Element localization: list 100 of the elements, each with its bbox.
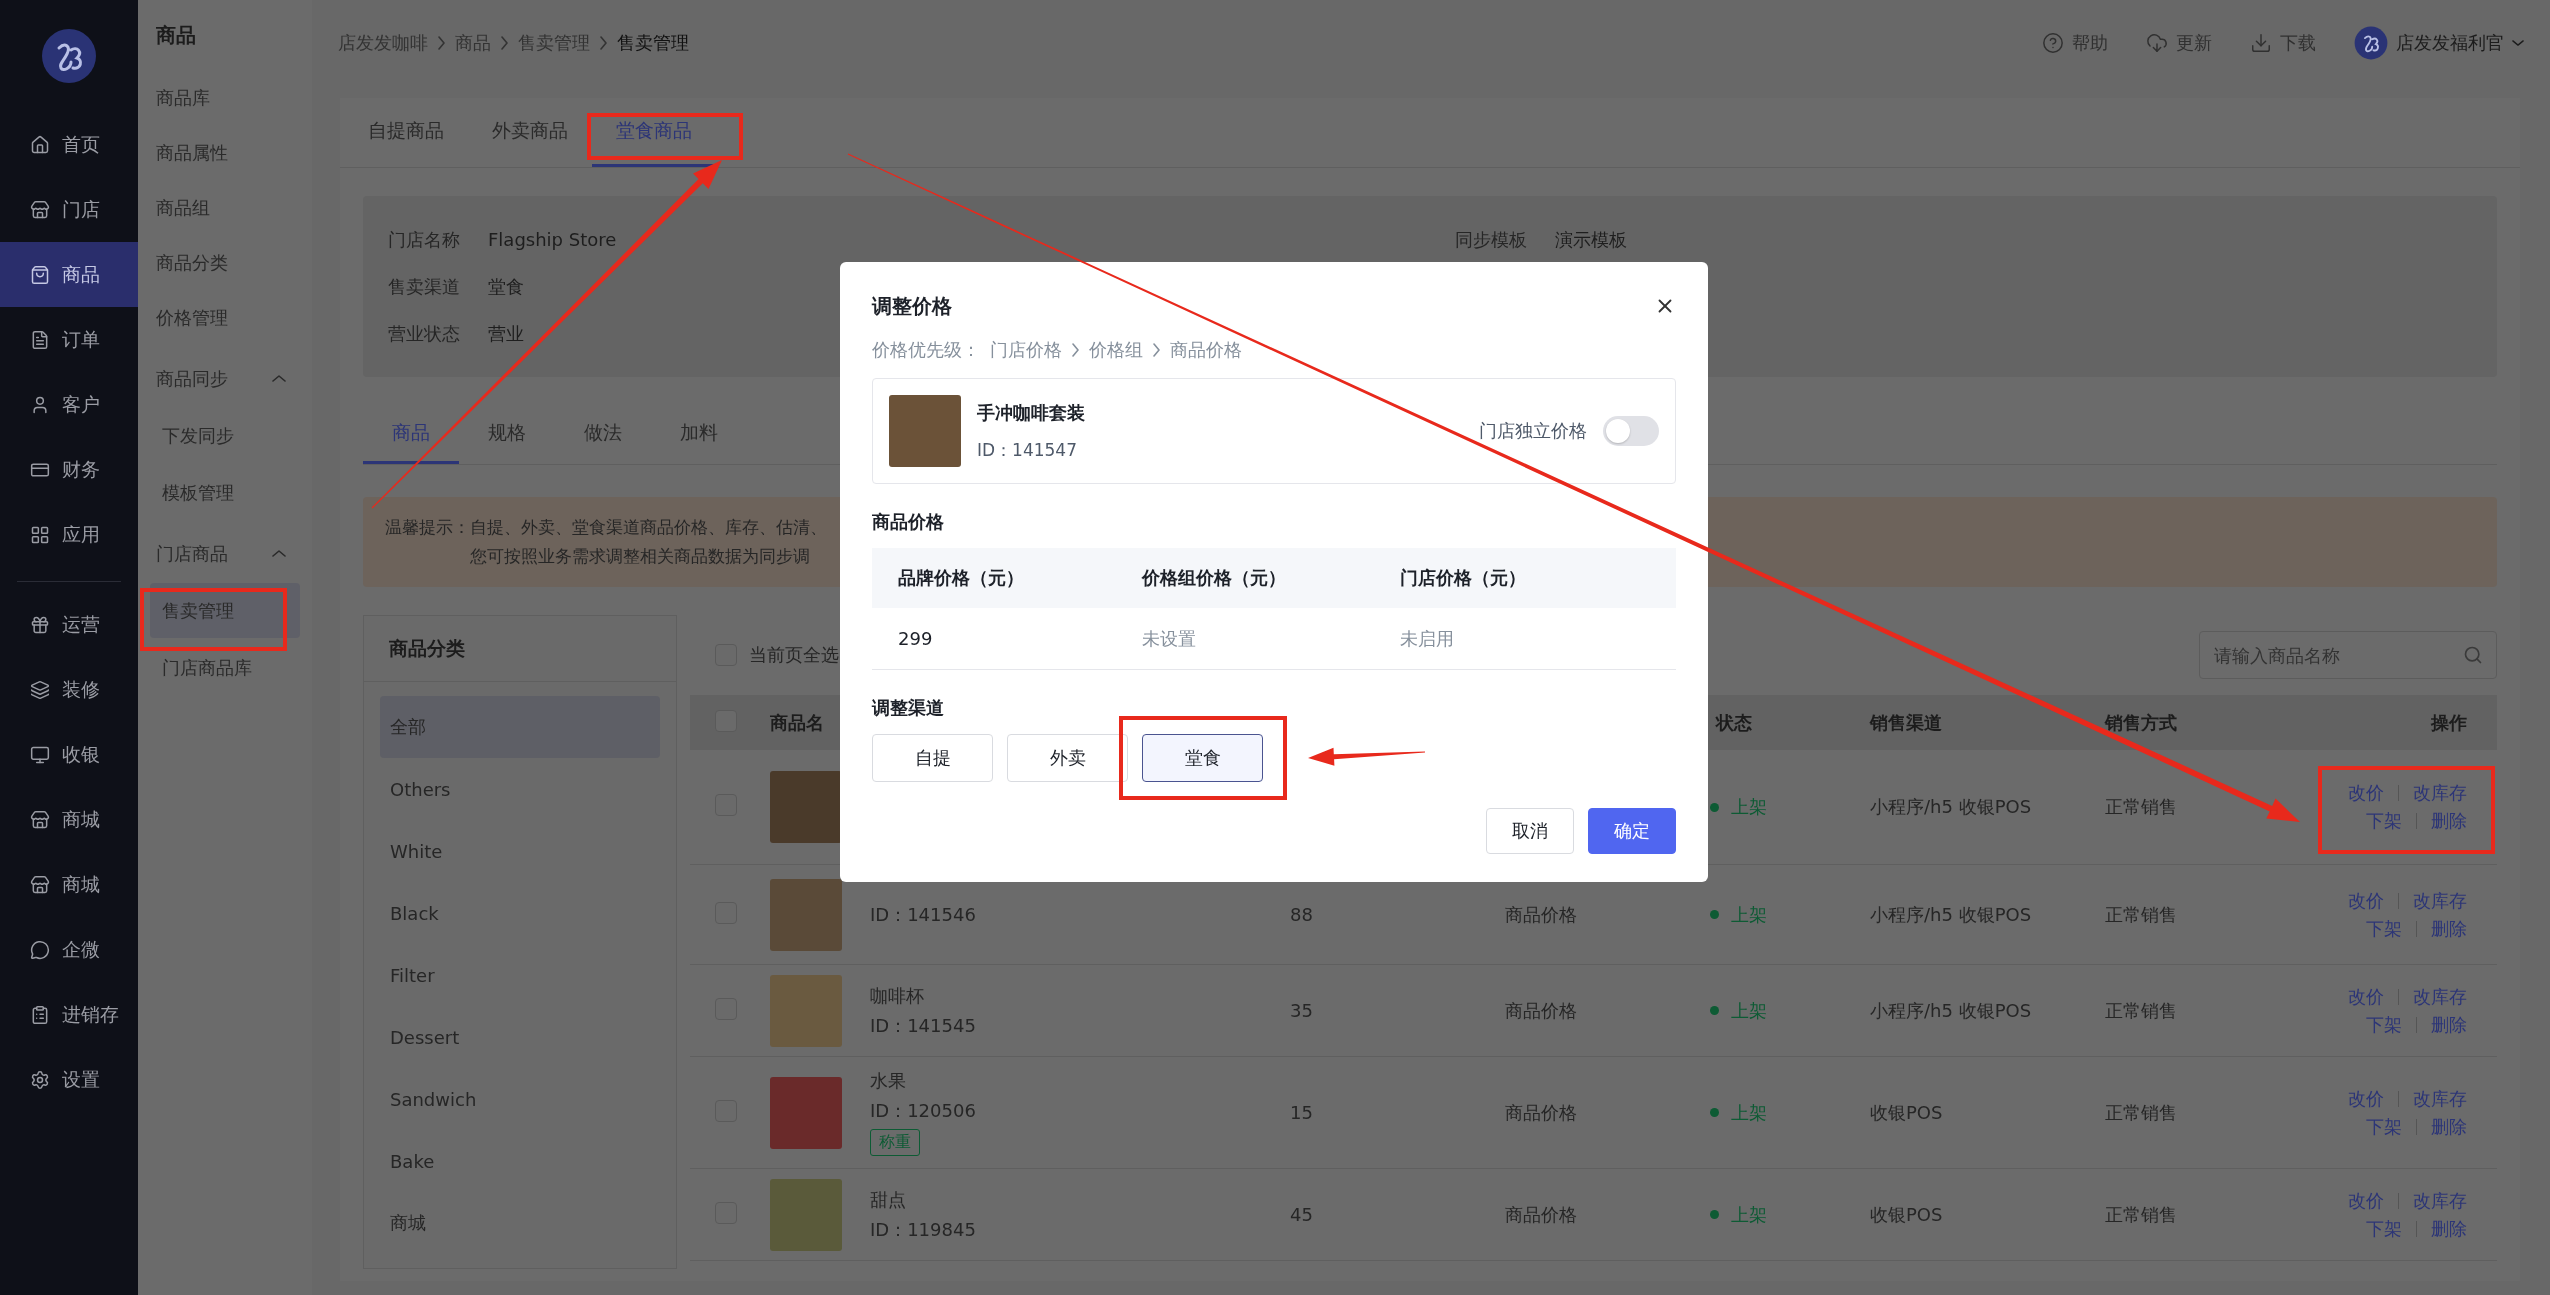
action-link[interactable]: 改价	[2348, 1188, 2384, 1213]
action-link[interactable]: 改价	[2348, 984, 2384, 1009]
settings-icon	[30, 1069, 50, 1090]
header-action[interactable]: 下载	[2250, 31, 2316, 55]
avatar-icon	[2354, 26, 2388, 60]
action-link[interactable]: 下架	[2366, 809, 2402, 833]
action-link[interactable]: 下架	[2366, 1216, 2402, 1241]
status-text: 上架	[1731, 902, 1767, 927]
nav-item[interactable]: 运营	[0, 592, 138, 657]
tab[interactable]: 规格	[459, 405, 555, 464]
column-header: 操作	[2431, 710, 2467, 735]
action-link[interactable]: 改库存	[2413, 888, 2467, 913]
field-label: 售卖渠道	[388, 274, 461, 299]
submenu-item[interactable]: 门店商品库	[150, 640, 300, 695]
confirm-button[interactable]: 确定	[1588, 808, 1676, 854]
category-item[interactable]: Sandwich	[380, 1068, 660, 1130]
action-link[interactable]: 删除	[2431, 1216, 2467, 1241]
header-action[interactable]: 帮助	[2042, 31, 2108, 55]
submenu-item[interactable]: 门店商品	[150, 526, 300, 581]
action-link[interactable]: 改价	[2348, 888, 2384, 913]
tab[interactable]: 做法	[555, 405, 651, 464]
field-label: 营业状态	[388, 321, 461, 346]
submenu-item[interactable]: 商品属性	[150, 125, 300, 180]
nav-item[interactable]: 订单	[0, 307, 138, 372]
status-text: 上架	[1731, 795, 1767, 819]
action-link[interactable]: 改库存	[2413, 1188, 2467, 1213]
channel-option[interactable]: 外卖	[1007, 734, 1128, 782]
nav-item[interactable]: 商品	[0, 242, 138, 307]
category-item[interactable]: Black	[380, 882, 660, 944]
category-item[interactable]: 商城	[380, 1192, 660, 1254]
nav-item[interactable]: 商城	[0, 852, 138, 917]
breadcrumb-link[interactable]: 售卖管理	[617, 31, 689, 55]
table-cell: 商品价格	[1505, 1101, 1577, 1123]
dialog-title: 调整价格	[872, 292, 952, 320]
submenu-item[interactable]: 模板管理	[150, 465, 300, 520]
nav-item[interactable]: 客户	[0, 372, 138, 437]
nav-item[interactable]: 装修	[0, 657, 138, 722]
field-value: 堂食	[488, 274, 524, 299]
notice-text: 您可按照业务需求调整相关商品数据为同步调	[470, 545, 811, 568]
product-id: ID：120506	[870, 1099, 977, 1123]
category-item[interactable]: Dessert	[380, 1006, 660, 1068]
action-link[interactable]: 下架	[2366, 1114, 2402, 1139]
table-cell-text: 正常销售	[2105, 1100, 2178, 1125]
action-link[interactable]: 改价	[2348, 1086, 2384, 1111]
action-link[interactable]: 改库存	[2413, 1086, 2467, 1111]
nav-item[interactable]: 设置	[0, 1047, 138, 1112]
action-link[interactable]: 删除	[2431, 916, 2467, 941]
nav-item[interactable]: 企微	[0, 917, 138, 982]
layers-icon	[30, 679, 50, 700]
submenu-item[interactable]: 商品分类	[150, 235, 300, 290]
column-header: 商品名	[770, 710, 824, 735]
nav-item[interactable]: 应用	[0, 502, 138, 567]
nav-item[interactable]: 财务	[0, 437, 138, 502]
nav-item[interactable]: 进销存	[0, 982, 138, 1047]
submenu-item[interactable]: 下发同步	[150, 408, 300, 463]
channel-option[interactable]: 堂食	[1142, 734, 1263, 782]
action-link[interactable]: 改库存	[2413, 984, 2467, 1009]
tab[interactable]: 加料	[651, 405, 747, 464]
section-title: 商品价格	[872, 510, 945, 534]
category-item[interactable]: 全部	[380, 696, 660, 758]
user-menu[interactable]: 店发发福利官	[2354, 26, 2524, 60]
header-action[interactable]: 更新	[2146, 31, 2212, 55]
chevron-up-icon	[272, 375, 286, 382]
download-icon	[2250, 32, 2272, 54]
category-item[interactable]: Filter	[380, 944, 660, 1006]
cancel-button[interactable]: 取消	[1486, 808, 1574, 854]
nav-item[interactable]: 门店	[0, 177, 138, 242]
action-link[interactable]: 下架	[2366, 1012, 2402, 1037]
help-icon	[2042, 32, 2064, 54]
action-link[interactable]: 删除	[2431, 1114, 2467, 1139]
action-link[interactable]: 改库存	[2413, 781, 2467, 805]
nav-item[interactable]: 收银	[0, 722, 138, 787]
photo-placeholder	[770, 771, 842, 843]
action-link[interactable]: 下架	[2366, 916, 2402, 941]
tab[interactable]: 外卖商品	[468, 98, 592, 167]
category-item[interactable]: Others	[380, 758, 660, 820]
submenu-item[interactable]: 价格管理	[150, 290, 300, 345]
submenu-item[interactable]: 商品库	[150, 70, 300, 125]
home-icon	[30, 134, 50, 155]
store-icon	[30, 809, 50, 830]
product-id: ID：141547	[977, 438, 1078, 462]
product-name: 水果	[870, 1069, 907, 1093]
column-header: 状态	[1714, 710, 1753, 735]
channel-option[interactable]: 自提	[872, 734, 993, 782]
submenu-item[interactable]: 商品组	[150, 180, 300, 235]
action-link[interactable]: 删除	[2431, 1012, 2467, 1037]
nav-item[interactable]: 首页	[0, 112, 138, 177]
tab[interactable]: 自提商品	[344, 98, 468, 167]
toggle-switch[interactable]	[1603, 416, 1659, 446]
product-tag: 称重	[870, 1129, 920, 1156]
action-link[interactable]: 改价	[2348, 781, 2384, 805]
category-item[interactable]: White	[380, 820, 660, 882]
action-link[interactable]: 删除	[2431, 809, 2467, 833]
nav-item[interactable]: 商城	[0, 787, 138, 852]
category-item[interactable]: Bake	[380, 1130, 660, 1192]
search-field[interactable]: 请输入商品名称	[2199, 631, 2497, 679]
product-id: ID：119845	[870, 1217, 977, 1242]
submenu-item[interactable]: 售卖管理	[150, 583, 300, 638]
status-text: 上架	[1731, 1100, 1767, 1125]
submenu-item[interactable]: 商品同步	[150, 351, 300, 406]
